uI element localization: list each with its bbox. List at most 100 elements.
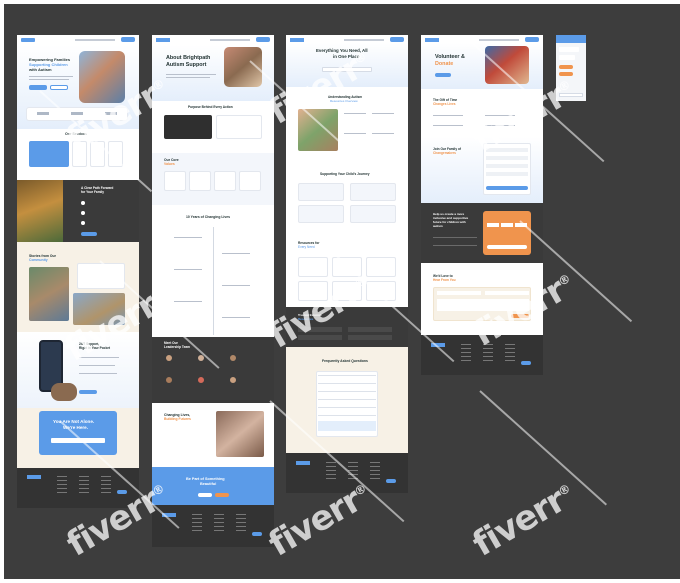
resource-card[interactable] <box>366 281 396 301</box>
contact-input[interactable] <box>485 291 529 295</box>
services-title: Our Services <box>65 132 88 136</box>
page-home: Empowering Families Supporting Children … <box>17 35 139 508</box>
chat-widget-preview <box>556 35 586 101</box>
resource-card[interactable] <box>298 257 328 277</box>
footer-logo[interactable] <box>162 513 176 517</box>
path-step-icon <box>81 201 85 205</box>
path-title-2: for Your Family <box>81 190 105 194</box>
resource-card[interactable] <box>332 281 362 301</box>
footer-col <box>370 462 380 482</box>
faq-item-open[interactable] <box>318 421 376 431</box>
stat <box>71 112 83 115</box>
form-input[interactable] <box>486 172 528 176</box>
trusted-link[interactable] <box>348 327 392 332</box>
resource-card[interactable] <box>298 281 328 301</box>
app-section <box>17 332 139 408</box>
path-cta-button[interactable] <box>81 232 97 236</box>
faq-item[interactable] <box>318 391 376 392</box>
trusted-link[interactable] <box>348 335 392 340</box>
trusted-link[interactable] <box>298 327 342 332</box>
faq-item[interactable] <box>318 415 376 416</box>
testimonial-card <box>77 263 125 289</box>
purpose-title: Purpose Behind Every Action <box>188 105 233 109</box>
faq-item[interactable] <box>318 407 376 408</box>
cta-button[interactable] <box>198 493 212 497</box>
nav-logo[interactable] <box>425 38 439 42</box>
footer-col <box>326 462 336 482</box>
form-input[interactable] <box>486 164 528 168</box>
hand-image <box>51 383 77 401</box>
service-card[interactable] <box>72 141 87 167</box>
donate-amount-option[interactable] <box>487 223 499 227</box>
change-title-2: Building Futures <box>164 417 191 421</box>
donate-amount-option[interactable] <box>515 223 527 227</box>
form-input[interactable] <box>486 148 528 152</box>
contact-input[interactable] <box>437 291 481 295</box>
cta-button-secondary[interactable] <box>215 493 229 497</box>
nav-links[interactable] <box>75 39 115 41</box>
service-card-featured[interactable] <box>29 141 69 167</box>
donate-now-button[interactable] <box>487 245 527 249</box>
hero-title: Volunteer & <box>435 54 465 60</box>
nav-links[interactable] <box>479 39 519 41</box>
footer-subscribe-button[interactable] <box>252 532 262 536</box>
nav-links[interactable] <box>210 39 250 41</box>
cta-email-input[interactable] <box>51 438 105 443</box>
nav-links[interactable] <box>344 39 384 41</box>
nav-donate-button[interactable] <box>525 37 539 42</box>
footer-subscribe-button[interactable] <box>386 479 396 483</box>
chat-option-button[interactable] <box>559 72 573 76</box>
footer-logo[interactable] <box>27 475 41 479</box>
nav-logo[interactable] <box>21 38 35 42</box>
hero-secondary-button[interactable] <box>50 85 68 90</box>
form-input[interactable] <box>486 156 528 160</box>
footer-col <box>461 344 471 364</box>
nav-logo[interactable] <box>156 38 170 42</box>
hero-title: Everything You Need, All <box>316 48 368 53</box>
footer <box>286 453 408 493</box>
support-text <box>79 357 119 358</box>
footer-col <box>236 514 246 534</box>
resources-title-2: Every Need <box>298 245 315 249</box>
contact-message[interactable] <box>437 299 529 311</box>
faq-item[interactable] <box>318 399 376 400</box>
faq-item[interactable] <box>318 383 376 384</box>
nav-donate-button[interactable] <box>390 37 404 42</box>
resource-card[interactable] <box>332 257 362 277</box>
donate-amount-option[interactable] <box>501 223 513 227</box>
chat-option-button[interactable] <box>559 65 573 69</box>
footer-col <box>101 476 111 496</box>
nav-donate-button[interactable] <box>121 37 135 42</box>
hero-search-input[interactable] <box>322 67 372 72</box>
hero-volunteer-button[interactable] <box>435 73 451 77</box>
footer-subscribe-button[interactable] <box>521 361 531 365</box>
download-app-button[interactable] <box>79 390 97 394</box>
value-card <box>239 171 261 191</box>
nav-logo[interactable] <box>290 38 304 42</box>
service-card[interactable] <box>90 141 105 167</box>
years-title: 10 Years of Changing Lives <box>186 215 231 219</box>
resource-card[interactable] <box>366 257 396 277</box>
footer-subscribe-button[interactable] <box>117 490 127 494</box>
understand-text <box>372 133 394 134</box>
form-submit-button[interactable] <box>486 186 528 190</box>
cta-title: You Are Not Alone. <box>53 419 95 424</box>
footer-logo[interactable] <box>296 461 310 465</box>
trusted-title-2: Resources <box>298 317 314 321</box>
trusted-link[interactable] <box>298 335 342 340</box>
timeline-entry <box>174 301 202 302</box>
timeline-entry <box>222 317 250 318</box>
hero-text <box>29 79 69 80</box>
understand-text <box>344 133 366 134</box>
understand-text <box>344 113 366 114</box>
cta-box <box>39 411 117 455</box>
journey-card <box>298 205 344 223</box>
footer-logo[interactable] <box>431 343 445 347</box>
team-member-avatar <box>230 355 236 361</box>
faq-item[interactable] <box>318 375 376 376</box>
nav-donate-button[interactable] <box>256 37 270 42</box>
service-card[interactable] <box>108 141 123 167</box>
hero-cta-button[interactable] <box>29 85 47 90</box>
chat-input[interactable] <box>559 93 583 97</box>
contact-submit-button[interactable] <box>511 314 529 318</box>
